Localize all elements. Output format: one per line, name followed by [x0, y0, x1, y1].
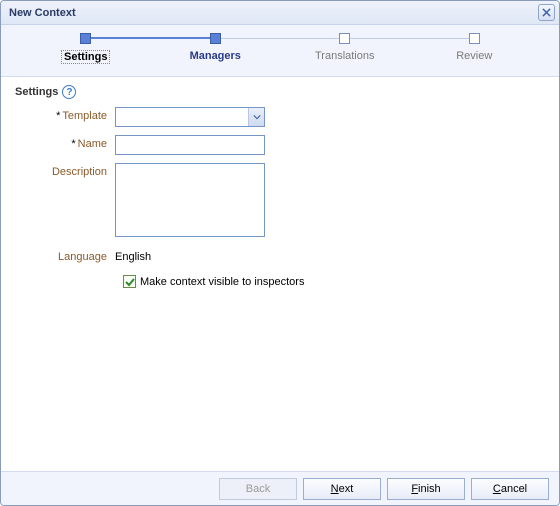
close-icon	[542, 8, 551, 17]
description-label: Description	[15, 163, 115, 178]
step-label: Managers	[190, 50, 241, 62]
help-icon[interactable]: ?	[62, 85, 76, 99]
row-name: *Name	[15, 135, 545, 155]
chevron-down-icon[interactable]	[248, 108, 264, 126]
required-star: *	[71, 138, 75, 150]
cancel-button[interactable]: Cancel	[471, 478, 549, 500]
name-input[interactable]	[115, 135, 265, 155]
language-label: Language	[15, 248, 115, 263]
section-header: Settings ?	[15, 85, 545, 99]
close-button[interactable]	[538, 4, 555, 21]
back-button: Back	[219, 478, 297, 500]
dialog-new-context: New Context Settings Managers Translatio…	[0, 0, 560, 506]
check-icon	[125, 277, 135, 287]
language-value: English	[115, 248, 151, 263]
required-star: *	[56, 110, 60, 122]
template-input[interactable]	[115, 107, 265, 127]
visible-label: Make context visible to inspectors	[140, 276, 304, 288]
wizard-steps: Settings Managers Translations Review	[1, 25, 559, 77]
row-language: Language English	[15, 248, 545, 263]
name-label: *Name	[15, 135, 115, 150]
visible-checkbox[interactable]	[123, 275, 136, 288]
step-box-icon	[469, 33, 480, 44]
template-label: *Template	[15, 107, 115, 122]
template-select[interactable]	[115, 107, 265, 127]
step-box-icon	[80, 33, 91, 44]
step-box-icon	[339, 33, 350, 44]
step-label: Settings	[61, 50, 110, 64]
dialog-footer: Back Next Finish Cancel	[1, 471, 559, 505]
content-area: Settings ? *Template *Name	[1, 77, 559, 471]
row-description: Description	[15, 163, 545, 240]
finish-button[interactable]: Finish	[387, 478, 465, 500]
description-textarea[interactable]	[115, 163, 265, 237]
titlebar: New Context	[1, 1, 559, 25]
step-label: Translations	[315, 50, 375, 62]
step-box-icon	[210, 33, 221, 44]
dialog-title: New Context	[9, 7, 76, 19]
step-label: Review	[456, 50, 492, 62]
next-button[interactable]: Next	[303, 478, 381, 500]
section-title: Settings	[15, 86, 58, 98]
row-visible: Make context visible to inspectors	[123, 275, 545, 288]
row-template: *Template	[15, 107, 545, 127]
